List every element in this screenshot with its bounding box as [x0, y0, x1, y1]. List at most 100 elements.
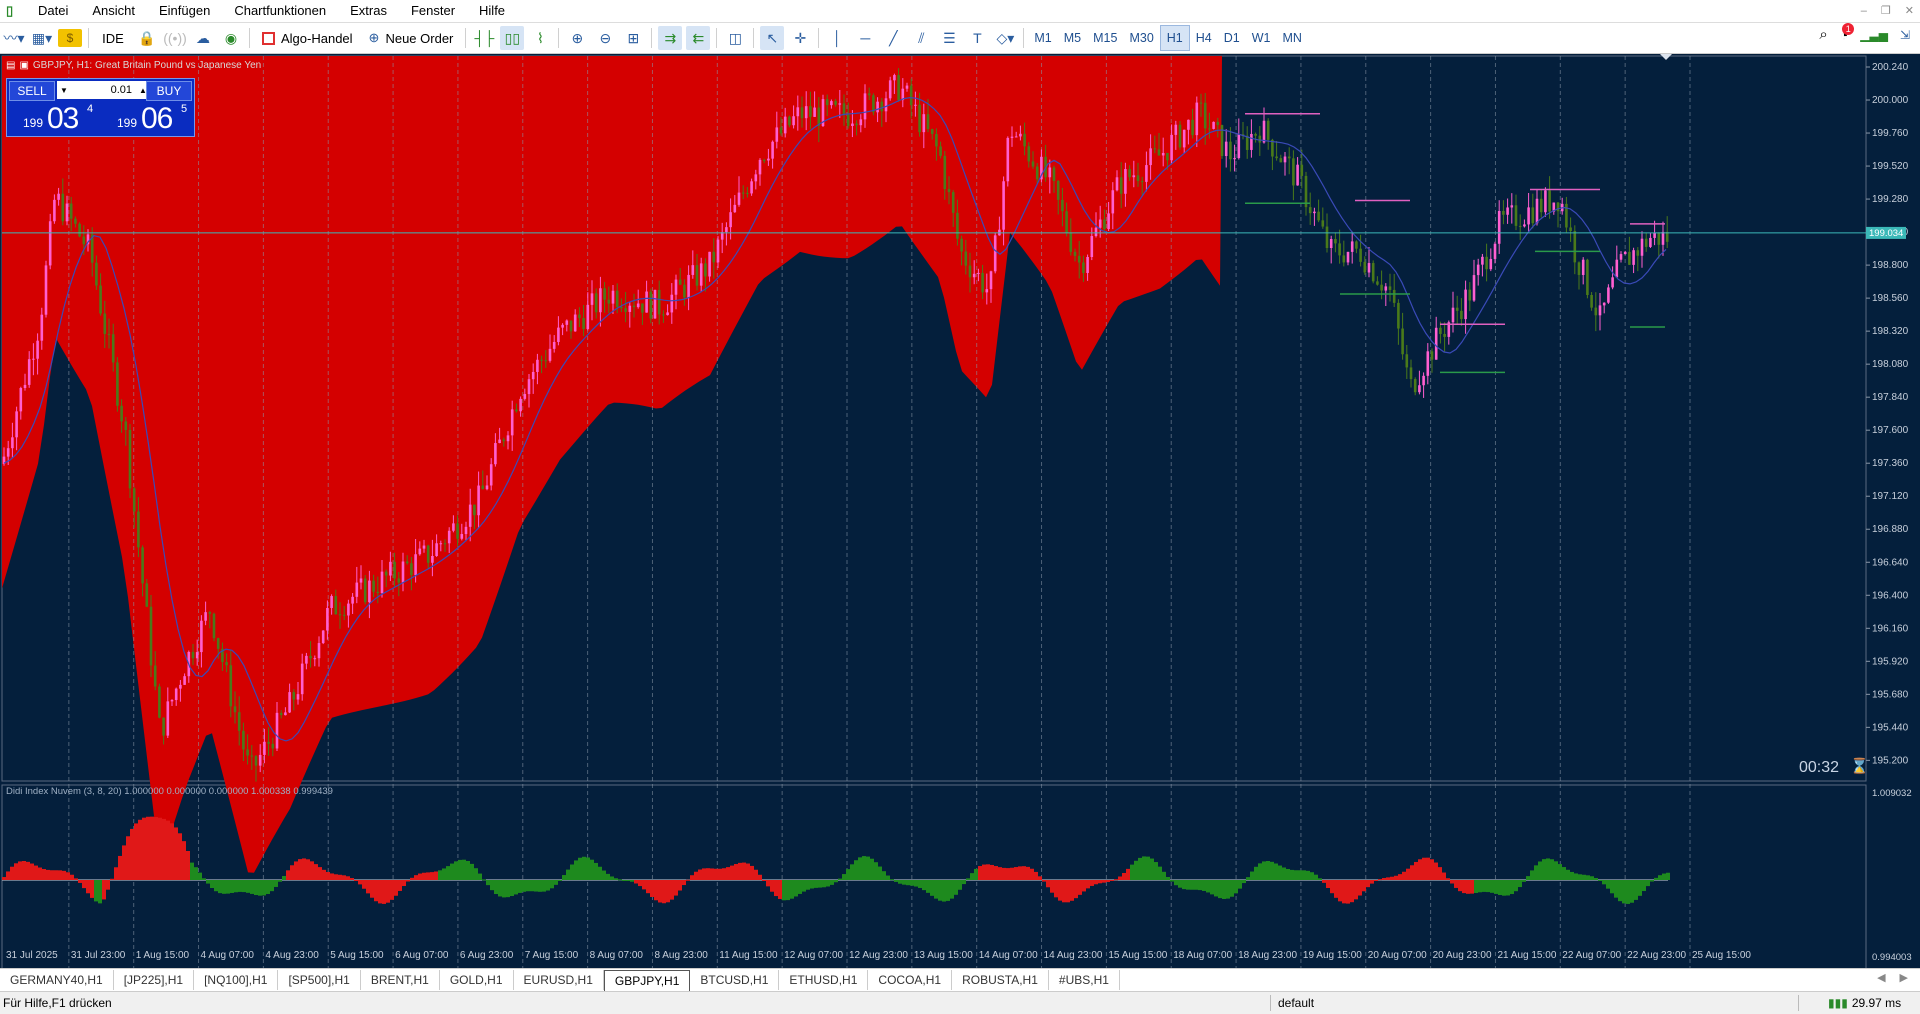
- menu-ansicht[interactable]: Ansicht: [80, 0, 147, 22]
- menu-chartfunktionen[interactable]: Chartfunktionen: [222, 0, 338, 22]
- candle-body: [82, 236, 86, 245]
- lot-value[interactable]: 0.01: [71, 84, 136, 96]
- indicator-cloud-slice: [322, 869, 326, 880]
- crosshair-icon[interactable]: ✛: [788, 26, 812, 50]
- algo-trading-button[interactable]: Algo-Handel: [256, 26, 359, 50]
- chart-tab[interactable]: BTCUSD,H1: [690, 970, 780, 990]
- chart-tab[interactable]: ETHUSD,H1: [779, 970, 869, 990]
- ide-button[interactable]: IDE: [95, 26, 131, 50]
- candle-body: [1493, 243, 1497, 259]
- tab-prev-icon[interactable]: ◀: [1877, 971, 1885, 984]
- trendline-icon[interactable]: ╱: [881, 26, 905, 50]
- autoscroll-icon[interactable]: ⇉: [658, 26, 683, 50]
- tile-windows-icon[interactable]: ⊞: [621, 26, 645, 50]
- indicator-cloud-slice: [218, 880, 222, 894]
- notifications-icon[interactable]: ◔ 1: [1840, 22, 1855, 43]
- chart-tab[interactable]: COCOA,H1: [868, 970, 953, 990]
- search-icon[interactable]: ⌕: [1819, 26, 1827, 43]
- expand-icon[interactable]: ⇲: [1900, 28, 1910, 42]
- chart-tab[interactable]: ROBUSTA,H1: [952, 970, 1049, 990]
- chart-shift-icon[interactable]: ⇇: [686, 26, 711, 50]
- one-click-icon[interactable]: ▣: [19, 60, 28, 71]
- tf-m1[interactable]: M1: [1028, 26, 1057, 50]
- tf-mn[interactable]: MN: [1276, 26, 1307, 50]
- chart-tab[interactable]: GBPJPY,H1: [603, 969, 691, 991]
- chart-tab[interactable]: [JP225],H1: [114, 970, 195, 990]
- chart-type-icon[interactable]: 〰▾: [2, 26, 26, 50]
- indicator-cloud-slice: [162, 818, 166, 880]
- indicator-cloud-slice: [1034, 871, 1038, 880]
- menu-hilfe[interactable]: Hilfe: [467, 0, 517, 22]
- vps-icon[interactable]: ◉: [219, 26, 243, 50]
- status-connection[interactable]: ▮▮▮ 29.97 ms: [1828, 996, 1901, 1010]
- lot-decrease-icon[interactable]: ▼: [57, 86, 71, 95]
- sell-price[interactable]: 199 03 4: [9, 101, 99, 135]
- new-chart-icon[interactable]: ▦▾: [30, 26, 54, 50]
- menu-datei[interactable]: Datei: [26, 0, 80, 22]
- chart-tab[interactable]: #UBS,H1: [1049, 970, 1120, 990]
- new-order-button[interactable]: ⊕ Neue Order: [363, 26, 460, 50]
- chart-tab[interactable]: GERMANY40,H1: [0, 970, 114, 990]
- buy-price[interactable]: 199 06 5: [103, 101, 193, 135]
- candle-body: [506, 435, 510, 442]
- indicator-cloud-slice: [1046, 880, 1050, 888]
- lot-size-field[interactable]: ▼ 0.01 ▲: [57, 81, 150, 99]
- candle-body: [107, 333, 111, 335]
- vertical-line-icon[interactable]: │: [825, 26, 849, 50]
- chart-tab[interactable]: [NQ100],H1: [194, 970, 279, 990]
- screenshot-icon[interactable]: ◫: [723, 26, 747, 50]
- signal-icon[interactable]: ((•)): [163, 26, 187, 50]
- tf-h1[interactable]: H1: [1159, 25, 1190, 51]
- tf-h4[interactable]: H4: [1190, 26, 1218, 50]
- tf-d1[interactable]: D1: [1218, 26, 1246, 50]
- restore-icon[interactable]: ❐: [1881, 0, 1891, 22]
- indicator-cloud-slice: [1490, 880, 1494, 893]
- tab-next-icon[interactable]: ▶: [1900, 971, 1908, 984]
- bag-icon[interactable]: 🔒: [135, 26, 159, 50]
- channel-icon[interactable]: ⫽: [909, 26, 933, 50]
- indicator-cloud-slice: [718, 868, 722, 880]
- sell-button[interactable]: SELL: [9, 81, 55, 101]
- indicator-cloud-slice: [1190, 880, 1194, 890]
- fibonacci-icon[interactable]: ☰: [937, 26, 961, 50]
- zoom-out-icon[interactable]: ⊖: [593, 26, 617, 50]
- chart-window[interactable]: 31 Jul 2025 31 Jul 23:00 1 Aug 15:00 4 Aug …: [0, 54, 1920, 968]
- cursor-icon[interactable]: ↖: [760, 26, 785, 50]
- candle-body: [1187, 119, 1190, 130]
- chart-tab[interactable]: [SP500],H1: [278, 970, 361, 990]
- tf-m5[interactable]: M5: [1058, 26, 1087, 50]
- candle-chart-icon[interactable]: ▯▯: [500, 26, 525, 50]
- candle-body: [338, 614, 342, 616]
- candle-body: [1170, 134, 1173, 161]
- bar-chart-icon[interactable]: ┤├: [472, 26, 496, 50]
- zoom-in-icon[interactable]: ⊕: [565, 26, 589, 50]
- menu-extras[interactable]: Extras: [338, 0, 399, 22]
- price-chart[interactable]: 31 Jul 2025 31 Jul 23:00 1 Aug 15:00 4 Aug …: [0, 54, 1920, 968]
- close-icon[interactable]: ✕: [1905, 0, 1914, 22]
- chart-tab[interactable]: BRENT,H1: [361, 970, 440, 990]
- line-chart-icon[interactable]: ⌇: [528, 26, 552, 50]
- minimize-icon[interactable]: –: [1861, 0, 1867, 22]
- indicator-cloud-slice: [914, 880, 918, 887]
- indicator-cloud-slice: [154, 817, 158, 880]
- indicator-cloud-slice: [670, 880, 674, 900]
- buy-button[interactable]: BUY: [146, 81, 192, 101]
- tf-m30[interactable]: M30: [1123, 26, 1159, 50]
- horizontal-line-icon[interactable]: ─: [853, 26, 877, 50]
- menu-fenster[interactable]: Fenster: [399, 0, 467, 22]
- chart-tab[interactable]: GOLD,H1: [440, 970, 514, 990]
- dollar-icon[interactable]: $: [58, 29, 82, 47]
- candle-body: [321, 630, 325, 644]
- tf-m15[interactable]: M15: [1087, 26, 1123, 50]
- chart-menu-icon[interactable]: ▤: [6, 60, 15, 71]
- candle-body: [363, 578, 367, 603]
- shapes-icon[interactable]: ◇▾: [993, 26, 1017, 50]
- indicator-cloud-slice: [158, 817, 162, 880]
- tf-w1[interactable]: W1: [1246, 26, 1277, 50]
- menu-einfuegen[interactable]: Einfügen: [147, 0, 222, 22]
- text-icon[interactable]: T: [965, 26, 989, 50]
- candle-body: [237, 712, 241, 731]
- candle-body: [859, 119, 863, 126]
- cloud-icon[interactable]: ☁: [191, 26, 215, 50]
- chart-tab[interactable]: EURUSD,H1: [514, 970, 604, 990]
